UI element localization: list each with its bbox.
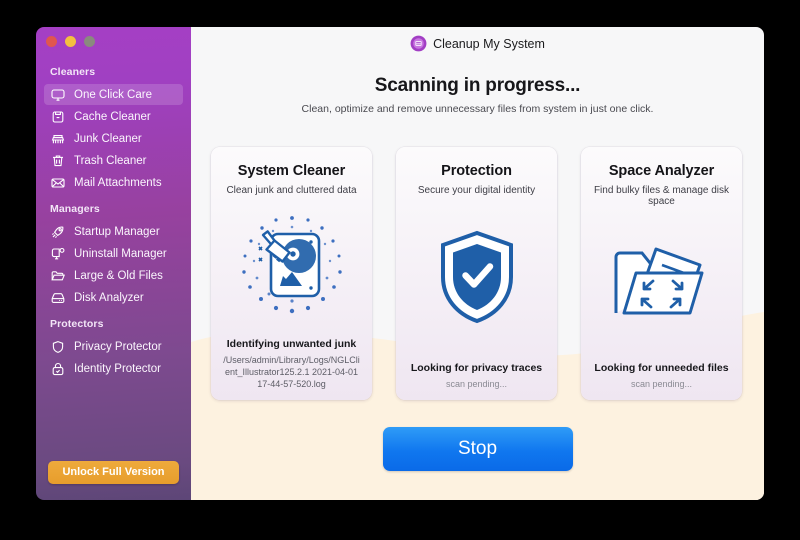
sidebar-item-label: One Click Care (74, 88, 152, 101)
scan-cards: System Cleaner Clean junk and cluttered … (211, 147, 742, 400)
card-subtitle: Secure your digital identity (417, 185, 536, 196)
folder-expand-icon (610, 239, 714, 330)
sidebar-item-junk-cleaner[interactable]: Junk Cleaner (44, 128, 183, 149)
card-status: Identifying unwanted junk (226, 338, 357, 350)
sidebar-item-label: Large & Old Files (74, 269, 163, 282)
lock-icon (50, 361, 66, 377)
card-system-cleaner[interactable]: System Cleaner Clean junk and cluttered … (211, 147, 372, 400)
envelope-icon (50, 175, 66, 191)
sidebar-item-label: Cache Cleaner (74, 110, 151, 123)
stop-button[interactable]: Stop (382, 427, 573, 471)
sidebar-item-privacy-protector[interactable]: Privacy Protector (44, 336, 183, 357)
sidebar: Cleaners One Click Care Cache Cleaner Ju… (36, 27, 191, 500)
shield-icon (50, 339, 66, 355)
sidebar-item-label: Junk Cleaner (74, 132, 142, 145)
minimize-button[interactable] (65, 36, 76, 47)
card-detail: scan pending... (445, 379, 508, 389)
sidebar-item-trash-cleaner[interactable]: Trash Cleaner (44, 150, 183, 171)
broom-icon (50, 131, 66, 147)
card-artwork (589, 207, 734, 362)
card-title: System Cleaner (237, 163, 346, 179)
sidebar-item-startup-manager[interactable]: Startup Manager (44, 221, 183, 242)
card-subtitle: Clean junk and cluttered data (226, 185, 357, 196)
card-detail: scan pending... (630, 379, 693, 389)
rocket-icon (50, 224, 66, 240)
app-gear-icon (50, 246, 66, 262)
action-bar: Stop (191, 427, 764, 471)
page-title: Scanning in progress... (374, 75, 581, 96)
card-detail: /Users/admin/Library/Logs/NGLClient_Illu… (223, 355, 360, 389)
screen: Cleaners One Click Care Cache Cleaner Ju… (0, 0, 800, 540)
unlock-area: Unlock Full Version (36, 461, 191, 484)
sidebar-item-mail-attachments[interactable]: Mail Attachments (44, 172, 183, 193)
unlock-full-version-button[interactable]: Unlock Full Version (48, 461, 179, 484)
shield-check-icon (437, 229, 517, 330)
broom-disk-scan-icon (233, 206, 351, 329)
sidebar-nav: Cleaners One Click Care Cache Cleaner Ju… (36, 57, 191, 448)
sidebar-item-label: Uninstall Manager (74, 247, 167, 260)
app-title: Cleanup My System (433, 36, 545, 51)
harddisk-icon (50, 290, 66, 306)
card-artwork (404, 196, 549, 362)
trash-icon (50, 153, 66, 169)
sidebar-item-label: Mail Attachments (74, 176, 162, 189)
card-status: Looking for privacy traces (410, 362, 543, 374)
close-button[interactable] (46, 36, 57, 47)
sidebar-item-label: Privacy Protector (74, 340, 162, 353)
sidebar-item-label: Identity Protector (74, 362, 161, 375)
sidebar-group-title-managers: Managers (50, 203, 100, 215)
sidebar-item-cache-cleaner[interactable]: Cache Cleaner (44, 106, 183, 127)
sidebar-item-label: Trash Cleaner (74, 154, 147, 167)
card-artwork (219, 196, 364, 338)
page-header: Scanning in progress... Clean, optimize … (191, 75, 764, 115)
sidebar-group-title-protectors: Protectors (50, 318, 104, 330)
sidebar-item-label: Startup Manager (74, 225, 160, 238)
sidebar-item-large-old-files[interactable]: Large & Old Files (44, 265, 183, 286)
sidebar-item-one-click-care[interactable]: One Click Care (44, 84, 183, 105)
zoom-button[interactable] (84, 36, 95, 47)
sidebar-item-disk-analyzer[interactable]: Disk Analyzer (44, 287, 183, 308)
cache-icon (50, 109, 66, 125)
card-status: Looking for unneeded files (594, 362, 729, 374)
window-traffic-lights (46, 36, 95, 47)
sidebar-item-label: Disk Analyzer (74, 291, 144, 304)
card-space-analyzer[interactable]: Space Analyzer Find bulky files & manage… (581, 147, 742, 400)
page-subtitle: Clean, optimize and remove unnecessary f… (301, 103, 654, 115)
card-title: Space Analyzer (608, 163, 715, 179)
sidebar-item-uninstall-manager[interactable]: Uninstall Manager (44, 243, 183, 264)
sidebar-item-identity-protector[interactable]: Identity Protector (44, 358, 183, 379)
monitor-icon (50, 87, 66, 103)
folder-icon (50, 268, 66, 284)
main-content: Cleanup My System Scanning in progress..… (191, 27, 764, 500)
card-subtitle: Find bulky files & manage disk space (593, 185, 730, 207)
brand: Cleanup My System (191, 35, 764, 52)
sidebar-group-title-cleaners: Cleaners (50, 66, 96, 78)
app-window: Cleaners One Click Care Cache Cleaner Ju… (36, 27, 764, 500)
card-protection[interactable]: Protection Secure your digital identity … (396, 147, 557, 400)
card-title: Protection (441, 163, 512, 179)
app-logo-icon (410, 35, 427, 52)
